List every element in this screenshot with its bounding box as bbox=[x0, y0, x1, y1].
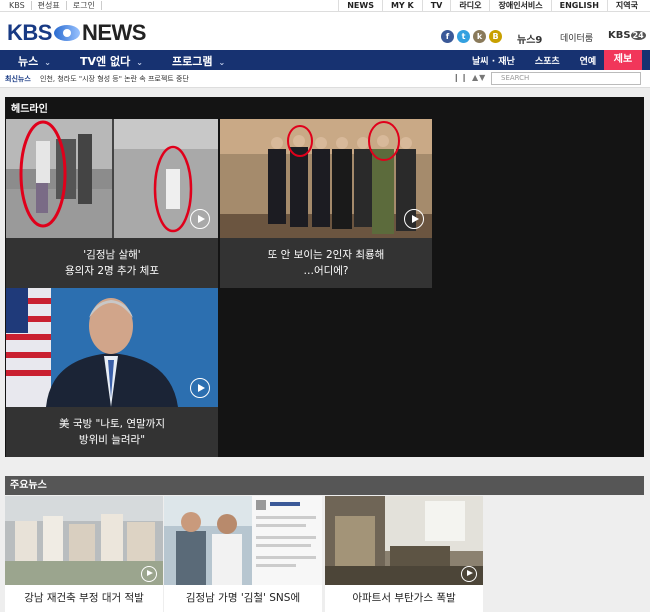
blog-icon[interactable]: B bbox=[489, 30, 502, 43]
nav-item-sports[interactable]: 스포츠 bbox=[525, 54, 570, 67]
main-nav: 뉴스 ⌄ TV엔 없다 ⌄ 프로그램 ⌄ 날씨 · 재난 스포츠 연예 제보 bbox=[0, 50, 650, 70]
chevron-down-icon: ⌄ bbox=[136, 58, 143, 67]
play-icon[interactable] bbox=[141, 566, 157, 582]
headline-caption: 또 안 보이는 2인자 최룡해 …어디에? bbox=[220, 238, 432, 288]
nav-item-news[interactable]: 뉴스 ⌄ bbox=[18, 53, 51, 69]
ticker-label: 최신뉴스 bbox=[5, 75, 31, 83]
util-link-english[interactable]: ENGLISH bbox=[550, 0, 607, 11]
chevron-down-icon: ⌄ bbox=[44, 58, 51, 67]
play-icon[interactable] bbox=[461, 566, 477, 582]
headline-section: 헤드라인 '김정남 살해' 용의자 2명 추가 체포 또 안 보이는 2인자 최… bbox=[5, 97, 644, 457]
social-links: f t k B bbox=[441, 30, 502, 43]
news-caption: 아파트서 부탄가스 폭발 bbox=[352, 592, 456, 604]
util-link-radio[interactable]: 라디오 bbox=[450, 0, 489, 11]
header: KBS NEWS f t k B 뉴스9 데이터룸 KBS 24 bbox=[0, 12, 650, 50]
play-icon[interactable] bbox=[190, 209, 210, 229]
util-link-myk[interactable]: MY K bbox=[381, 0, 422, 11]
headline-card[interactable]: 美 국방 "나토, 연말까지 방위비 늘려라" bbox=[6, 288, 218, 457]
nav-item-program[interactable]: 프로그램 ⌄ bbox=[172, 53, 225, 69]
play-icon[interactable] bbox=[190, 378, 210, 398]
news9-link[interactable]: 뉴스9 bbox=[517, 31, 542, 46]
kbs-news-logo[interactable]: KBS NEWS bbox=[7, 20, 146, 46]
ticker-headline[interactable]: 인천, 청라도 "시장 형성 등" 논란 속 프로젝트 중단 bbox=[40, 74, 189, 84]
nav-right-links: 날씨 · 재난 스포츠 연예 bbox=[462, 50, 606, 70]
explosion-image bbox=[325, 496, 483, 585]
util-link-schedule[interactable]: 편성표 bbox=[32, 1, 67, 10]
util-link-accessibility[interactable]: 장애인서비스 bbox=[489, 0, 550, 11]
news-caption: 김정남 가명 '김철' SNS에 bbox=[185, 592, 301, 604]
news-card[interactable]: 김정남 가명 '김철' SNS에 bbox=[164, 496, 322, 612]
utility-right-links: NEWS MY K TV 라디오 장애인서비스 ENGLISH 지역국 bbox=[338, 0, 646, 11]
headline-caption: 美 국방 "나토, 연말까지 방위비 늘려라" bbox=[6, 407, 218, 457]
dataroom-link[interactable]: 데이터룸 bbox=[560, 31, 593, 44]
util-link-regional[interactable]: 지역국 bbox=[606, 0, 646, 11]
nav-item-entertainment[interactable]: 연예 bbox=[570, 54, 607, 67]
util-link-kbs[interactable]: KBS bbox=[3, 1, 32, 10]
news-card[interactable]: 강남 재건축 부정 대거 적발 bbox=[5, 496, 163, 612]
facebook-icon[interactable]: f bbox=[441, 30, 454, 43]
nav-item-not-on-tv[interactable]: TV엔 없다 ⌄ bbox=[80, 53, 143, 69]
cctv-image bbox=[6, 119, 218, 238]
headline-caption: '김정남 살해' 용의자 2명 추가 체포 bbox=[6, 238, 218, 288]
headline-card[interactable]: '김정남 살해' 용의자 2명 추가 체포 bbox=[6, 119, 218, 288]
utility-left-links: KBS 편성표 로그인 bbox=[3, 1, 102, 10]
kbs-eye-icon bbox=[53, 25, 80, 41]
util-link-news[interactable]: NEWS bbox=[338, 0, 382, 11]
headline-card[interactable]: 또 안 보이는 2인자 최룡해 …어디에? bbox=[220, 119, 432, 288]
sns-image bbox=[164, 496, 322, 585]
report-button[interactable]: 제보 bbox=[604, 50, 642, 70]
news-caption: 강남 재건축 부정 대거 적발 bbox=[24, 592, 144, 604]
util-link-tv[interactable]: TV bbox=[421, 0, 451, 11]
nav-item-weather[interactable]: 날씨 · 재난 bbox=[462, 54, 525, 67]
play-icon[interactable] bbox=[404, 209, 424, 229]
ticker-controls[interactable]: ❙❙ ▲▼ bbox=[453, 73, 486, 82]
search-input[interactable]: SEARCH bbox=[491, 72, 641, 85]
news-card[interactable]: 아파트서 부탄가스 폭발 bbox=[325, 496, 483, 612]
kbs24-link[interactable]: KBS 24 bbox=[608, 30, 646, 41]
breaking-ticker: 최신뉴스 인천, 청라도 "시장 형성 등" 논란 속 프로젝트 중단 ❙❙ ▲… bbox=[0, 70, 650, 88]
section-title: 헤드라인 bbox=[11, 104, 48, 115]
utility-bar: KBS 편성표 로그인 NEWS MY K TV 라디오 장애인서비스 ENGL… bbox=[0, 0, 650, 12]
gangnam-image bbox=[5, 496, 163, 585]
officials-image bbox=[220, 119, 432, 238]
twitter-icon[interactable]: t bbox=[457, 30, 470, 43]
kakaostory-icon[interactable]: k bbox=[473, 30, 486, 43]
chevron-down-icon: ⌄ bbox=[218, 58, 226, 67]
defense-secretary-image bbox=[6, 288, 218, 407]
util-link-login[interactable]: 로그인 bbox=[67, 1, 102, 10]
section-title: 주요뉴스 bbox=[5, 476, 644, 495]
